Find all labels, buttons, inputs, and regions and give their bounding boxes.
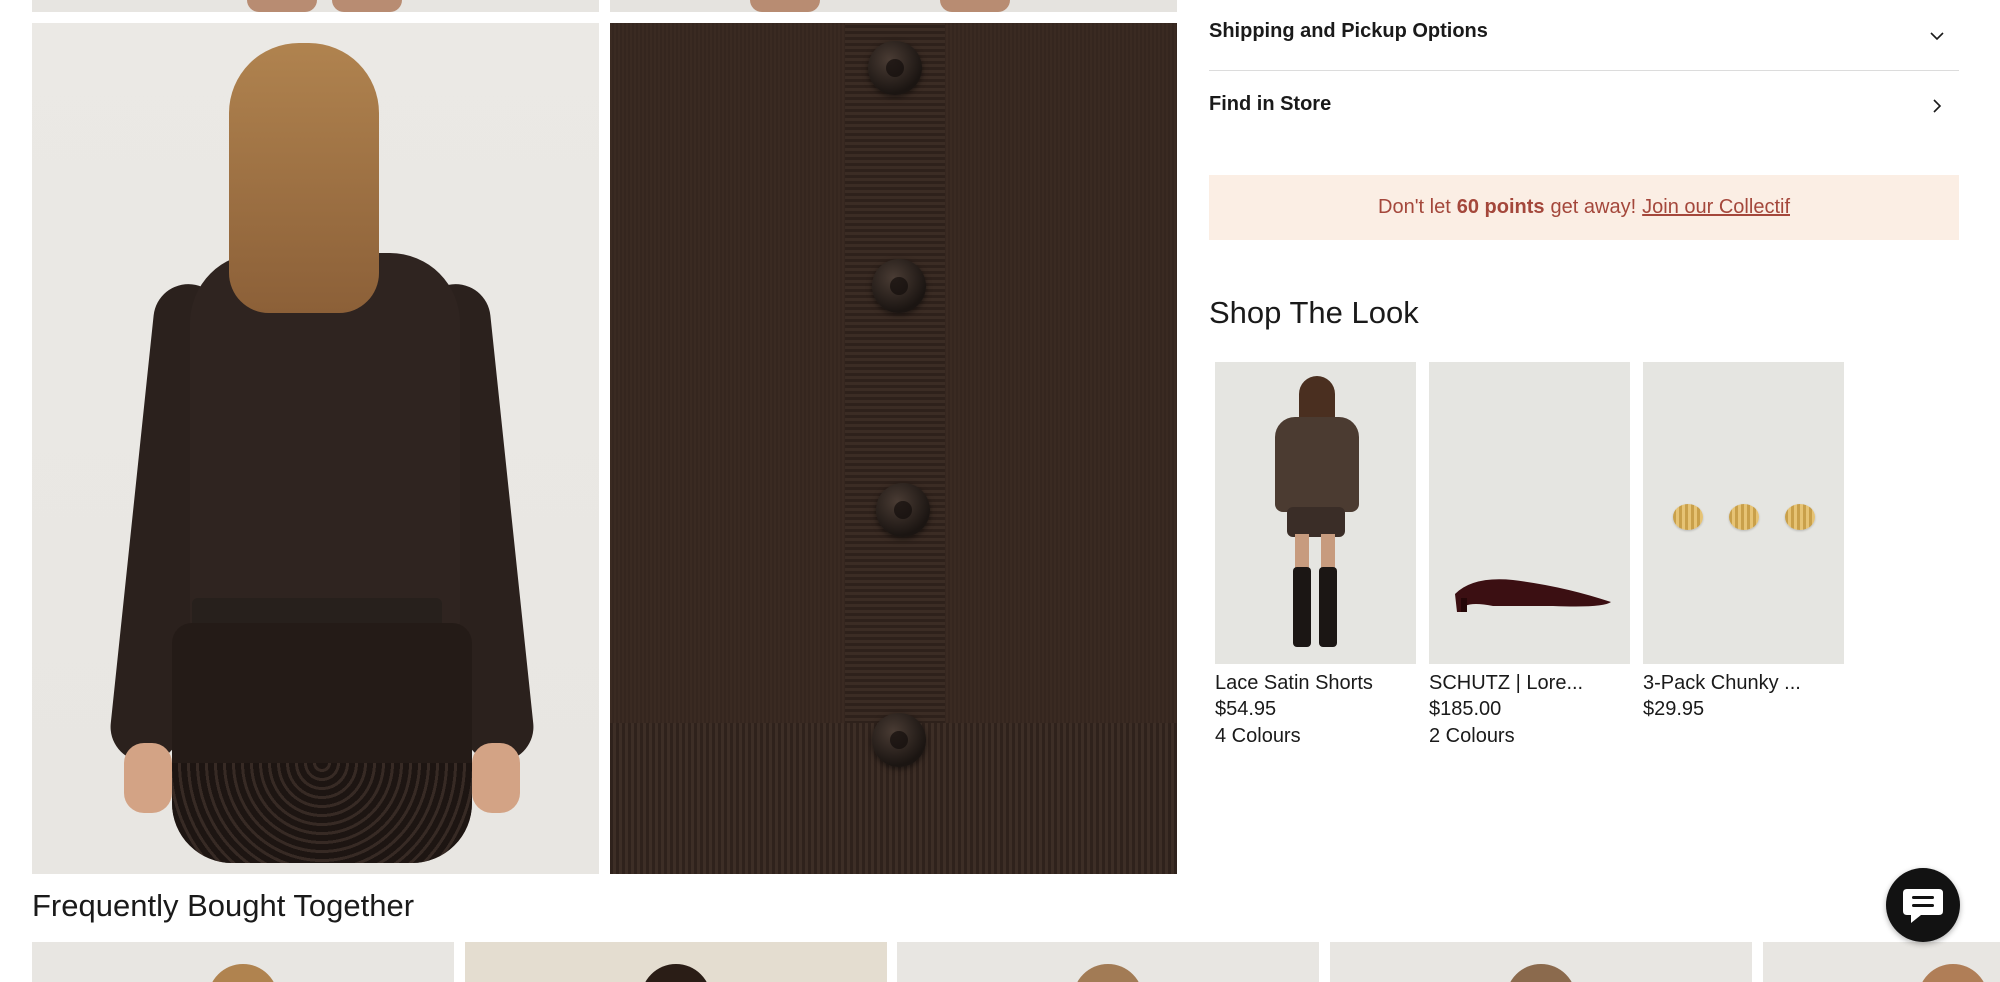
ring bbox=[1729, 504, 1759, 530]
cardigan-button bbox=[872, 713, 926, 767]
ring bbox=[1785, 504, 1815, 530]
model-head bbox=[641, 964, 711, 982]
find-in-store-label: Find in Store bbox=[1209, 93, 1332, 115]
model-head bbox=[1917, 964, 1988, 982]
legs-shape bbox=[940, 0, 1010, 12]
look-item-card[interactable]: Lace Satin Shorts $54.95 4 Colours bbox=[1215, 362, 1416, 750]
look-item-price: $29.95 bbox=[1643, 698, 1705, 720]
model-hand bbox=[124, 743, 172, 813]
cardigan-button bbox=[876, 483, 930, 537]
fbt-product-card[interactable] bbox=[465, 942, 887, 982]
look-item-card[interactable]: SCHUTZ | Lore... $185.00 2 Colours bbox=[1429, 362, 1630, 750]
find-in-store-row[interactable]: Find in Store bbox=[1209, 71, 1959, 141]
look-item-image[interactable] bbox=[1215, 362, 1416, 664]
promo-points: 60 points bbox=[1456, 196, 1545, 218]
gallery-image-partial-left[interactable] bbox=[32, 0, 599, 12]
mule-shoe bbox=[1455, 579, 1611, 612]
look-item-card[interactable]: 3-Pack Chunky ... $29.95 bbox=[1643, 362, 1844, 723]
frequently-bought-title: Frequently Bought Together bbox=[32, 888, 415, 923]
look-item-name[interactable]: SCHUTZ | Lore... bbox=[1429, 670, 1630, 696]
fbt-product-card[interactable] bbox=[1330, 942, 1752, 982]
chat-button[interactable] bbox=[1886, 868, 1960, 942]
shipping-pickup-label: Shipping and Pickup Options bbox=[1209, 20, 1488, 42]
gallery-image-back-view[interactable] bbox=[32, 23, 599, 874]
chevron-down-icon bbox=[1930, 32, 1944, 41]
fbt-product-card[interactable] bbox=[1763, 942, 2000, 982]
legs-shape bbox=[247, 0, 317, 12]
model-head bbox=[1073, 964, 1143, 982]
model-head bbox=[208, 964, 278, 982]
gallery-image-button-detail[interactable] bbox=[610, 23, 1177, 874]
join-collectif-link[interactable]: Join our Collectif bbox=[1642, 196, 1790, 219]
look-item-name[interactable]: 3-Pack Chunky ... bbox=[1643, 670, 1844, 696]
legs-shape bbox=[750, 0, 820, 12]
look-item-price: $185.00 bbox=[1429, 698, 1502, 720]
fbt-product-card[interactable] bbox=[897, 942, 1319, 982]
shop-the-look-title: Shop The Look bbox=[1209, 295, 1419, 330]
shorts-lace-trim bbox=[172, 763, 472, 863]
look-item-colours: 2 Colours bbox=[1429, 725, 1515, 747]
look-item-name[interactable]: Lace Satin Shorts bbox=[1215, 670, 1416, 696]
legs-shape bbox=[332, 0, 402, 12]
model-hair bbox=[229, 43, 379, 313]
chat-bubble-icon bbox=[1903, 889, 1943, 923]
cardigan-button bbox=[868, 41, 922, 95]
shipping-pickup-accordion[interactable]: Shipping and Pickup Options bbox=[1209, 0, 1959, 70]
look-item-image[interactable] bbox=[1429, 362, 1630, 664]
leather-jacket bbox=[1275, 417, 1359, 512]
fbt-product-card[interactable] bbox=[32, 942, 454, 982]
boot bbox=[1293, 567, 1311, 647]
cardigan-button bbox=[872, 259, 926, 313]
promo-suffix: get away! bbox=[1550, 196, 1637, 218]
model-head bbox=[1506, 964, 1576, 982]
satin-shorts bbox=[1287, 507, 1345, 537]
model-hand bbox=[472, 743, 520, 813]
look-item-price: $54.95 bbox=[1215, 698, 1277, 720]
boot bbox=[1319, 567, 1337, 647]
gallery-image-partial-right[interactable] bbox=[610, 0, 1177, 12]
promo-prefix: Don't let bbox=[1378, 196, 1451, 218]
chevron-right-icon bbox=[1933, 99, 1942, 113]
loyalty-promo-banner: Don't let 60 points get away! Join our C… bbox=[1209, 175, 1959, 240]
look-item-image[interactable] bbox=[1643, 362, 1844, 664]
look-item-colours: 4 Colours bbox=[1215, 725, 1301, 747]
ring bbox=[1673, 504, 1703, 530]
